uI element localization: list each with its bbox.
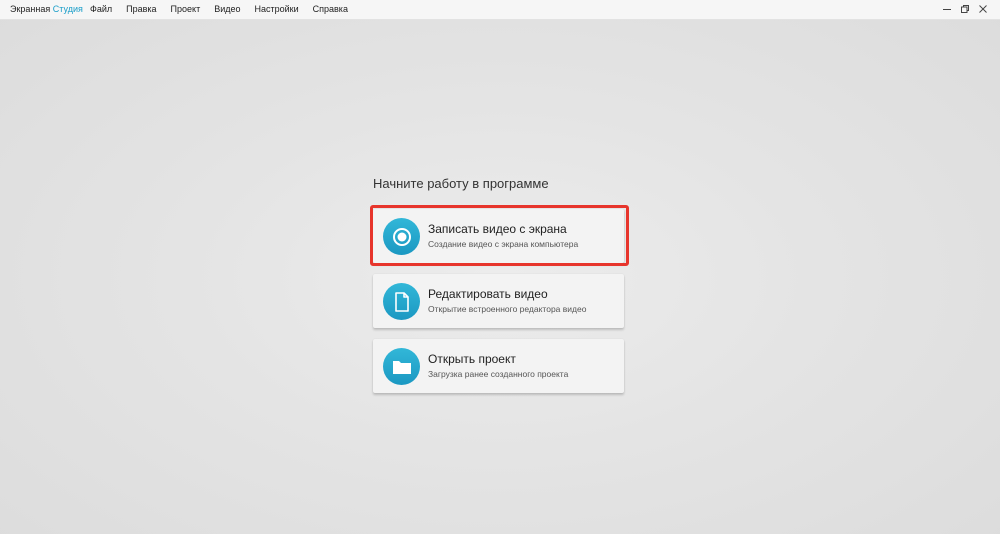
menu-item-file[interactable]: Файл (90, 4, 112, 14)
edit-video-card[interactable]: Редактировать видео Открытие встроенного… (373, 274, 624, 328)
open-project-card[interactable]: Открыть проект Загрузка ранее созданного… (373, 339, 624, 393)
start-heading: Начните работу в программе (373, 176, 549, 191)
menu-item-project[interactable]: Проект (171, 4, 201, 14)
close-button[interactable] (974, 2, 992, 16)
folder-icon (392, 360, 411, 374)
menu-item-settings[interactable]: Настройки (255, 4, 299, 14)
document-icon-badge (383, 283, 420, 320)
record-screen-title: Записать видео с экрана (428, 222, 567, 236)
folder-icon-badge (383, 348, 420, 385)
edit-video-title: Редактировать видео (428, 287, 548, 301)
record-screen-subtitle: Создание видео с экрана компьютера (428, 239, 579, 249)
close-icon (979, 5, 987, 13)
minimize-icon (943, 9, 951, 10)
menu-bar: Файл Правка Проект Видео Настройки Справ… (90, 4, 362, 14)
app-title-part1: Экранная (10, 4, 51, 14)
app-title-part2: Студия (52, 4, 83, 14)
minimize-button[interactable] (938, 2, 956, 16)
record-icon-badge (383, 218, 420, 255)
restore-button[interactable] (956, 2, 974, 16)
menu-item-help[interactable]: Справка (313, 4, 348, 14)
record-icon (392, 227, 411, 246)
menu-item-video[interactable]: Видео (214, 4, 240, 14)
open-project-subtitle: Загрузка ранее созданного проекта (428, 369, 569, 379)
open-project-title: Открыть проект (428, 352, 516, 366)
document-icon (394, 291, 409, 312)
menu-item-edit[interactable]: Правка (126, 4, 156, 14)
title-bar: Экранная Студия Файл Правка Проект Видео… (0, 0, 1000, 20)
edit-video-subtitle: Открытие встроенного редактора видео (428, 304, 587, 314)
window-controls (938, 2, 992, 16)
restore-icon (961, 5, 969, 13)
app-title: Экранная Студия (10, 4, 83, 14)
record-screen-card[interactable]: Записать видео с экрана Создание видео с… (373, 209, 624, 263)
